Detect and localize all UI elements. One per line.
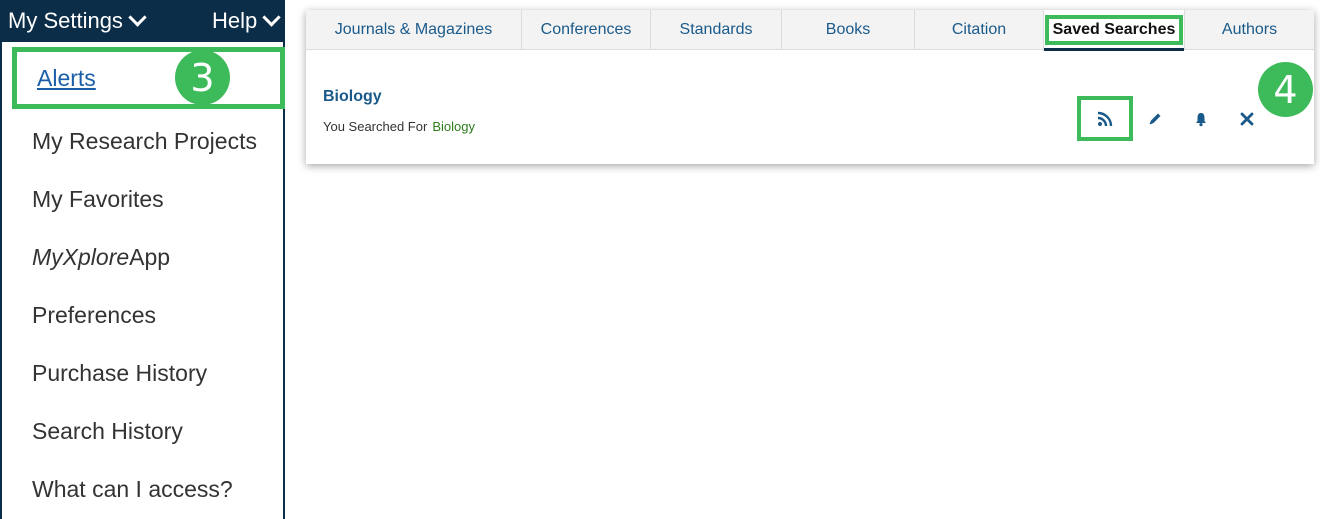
my-settings-menu-toggle[interactable]: My Settings <box>8 0 147 34</box>
saved-searches-panel: Journals & Magazines Conferences Standar… <box>306 10 1314 164</box>
alert-button[interactable] <box>1187 105 1215 133</box>
menu-item-search-history[interactable]: Search History <box>2 402 283 460</box>
saved-search-title[interactable]: Biology <box>323 88 382 106</box>
bell-icon <box>1196 112 1206 126</box>
menu-item-label: Alerts <box>37 64 96 91</box>
tab-saved-searches[interactable]: Saved Searches <box>1044 10 1185 51</box>
menu-item-label: Preferences <box>32 301 157 328</box>
menu-item-label: What can I access? <box>32 475 233 502</box>
menu-item-favorites[interactable]: My Favorites <box>2 170 283 228</box>
saved-search-actions <box>1077 96 1261 141</box>
chevron-down-icon <box>128 8 147 27</box>
delete-button[interactable] <box>1233 105 1261 133</box>
menu-item-preferences[interactable]: Preferences <box>2 286 283 344</box>
tab-label: Saved Searches <box>1044 15 1184 45</box>
tab-label: Standards <box>679 21 753 38</box>
menu-item-label: My Research Projects <box>32 127 257 154</box>
my-settings-label: My Settings <box>8 8 123 33</box>
settings-dropdown: Alerts My Research Projects My Favorites… <box>0 42 285 519</box>
tab-label: Citation <box>951 21 1007 38</box>
menu-item-research-projects[interactable]: My Research Projects <box>2 112 283 170</box>
tab-standards[interactable]: Standards <box>651 10 782 50</box>
rss-button[interactable] <box>1077 96 1133 141</box>
menu-item-label: Purchase History <box>32 359 208 386</box>
step-badge-3: 3 <box>175 50 230 105</box>
tab-label: Journals & Magazines <box>334 21 493 38</box>
help-label: Help <box>212 8 258 33</box>
tab-citation[interactable]: Citation <box>915 10 1044 50</box>
help-menu-toggle[interactable]: Help <box>212 0 281 34</box>
edit-button[interactable] <box>1141 105 1169 133</box>
menu-item-label-italic: MyXplore <box>32 243 130 270</box>
pencil-icon <box>1149 113 1161 124</box>
search-term: Biology <box>432 119 475 134</box>
menu-item-myxplore-app[interactable]: MyXplore App <box>2 228 283 286</box>
tab-conferences[interactable]: Conferences <box>522 10 651 50</box>
menu-item-label-rest: App <box>129 243 171 270</box>
settings-topbar: My Settings Help <box>0 0 285 42</box>
menu-item-purchase-history[interactable]: Purchase History <box>2 344 283 402</box>
searched-for-line: You Searched For Biology <box>323 119 475 134</box>
tab-label: Authors <box>1221 21 1278 38</box>
tab-label: Conferences <box>540 21 632 38</box>
menu-item-alerts[interactable]: Alerts <box>12 47 285 109</box>
tab-label: Books <box>825 21 871 38</box>
rss-icon <box>1097 111 1113 126</box>
chevron-down-icon <box>262 8 281 27</box>
menu-item-what-can-i-access[interactable]: What can I access? <box>2 460 283 518</box>
close-icon <box>1240 112 1254 125</box>
tab-books[interactable]: Books <box>782 10 915 50</box>
tab-journals-magazines[interactable]: Journals & Magazines <box>306 10 522 50</box>
searched-for-label: You Searched For <box>323 119 428 134</box>
menu-item-label: My Favorites <box>32 185 164 212</box>
step-badge-4: 4 <box>1258 62 1313 117</box>
menu-item-label: Search History <box>32 417 183 444</box>
tab-bar: Journals & Magazines Conferences Standar… <box>306 10 1314 51</box>
tab-authors[interactable]: Authors <box>1185 10 1314 50</box>
